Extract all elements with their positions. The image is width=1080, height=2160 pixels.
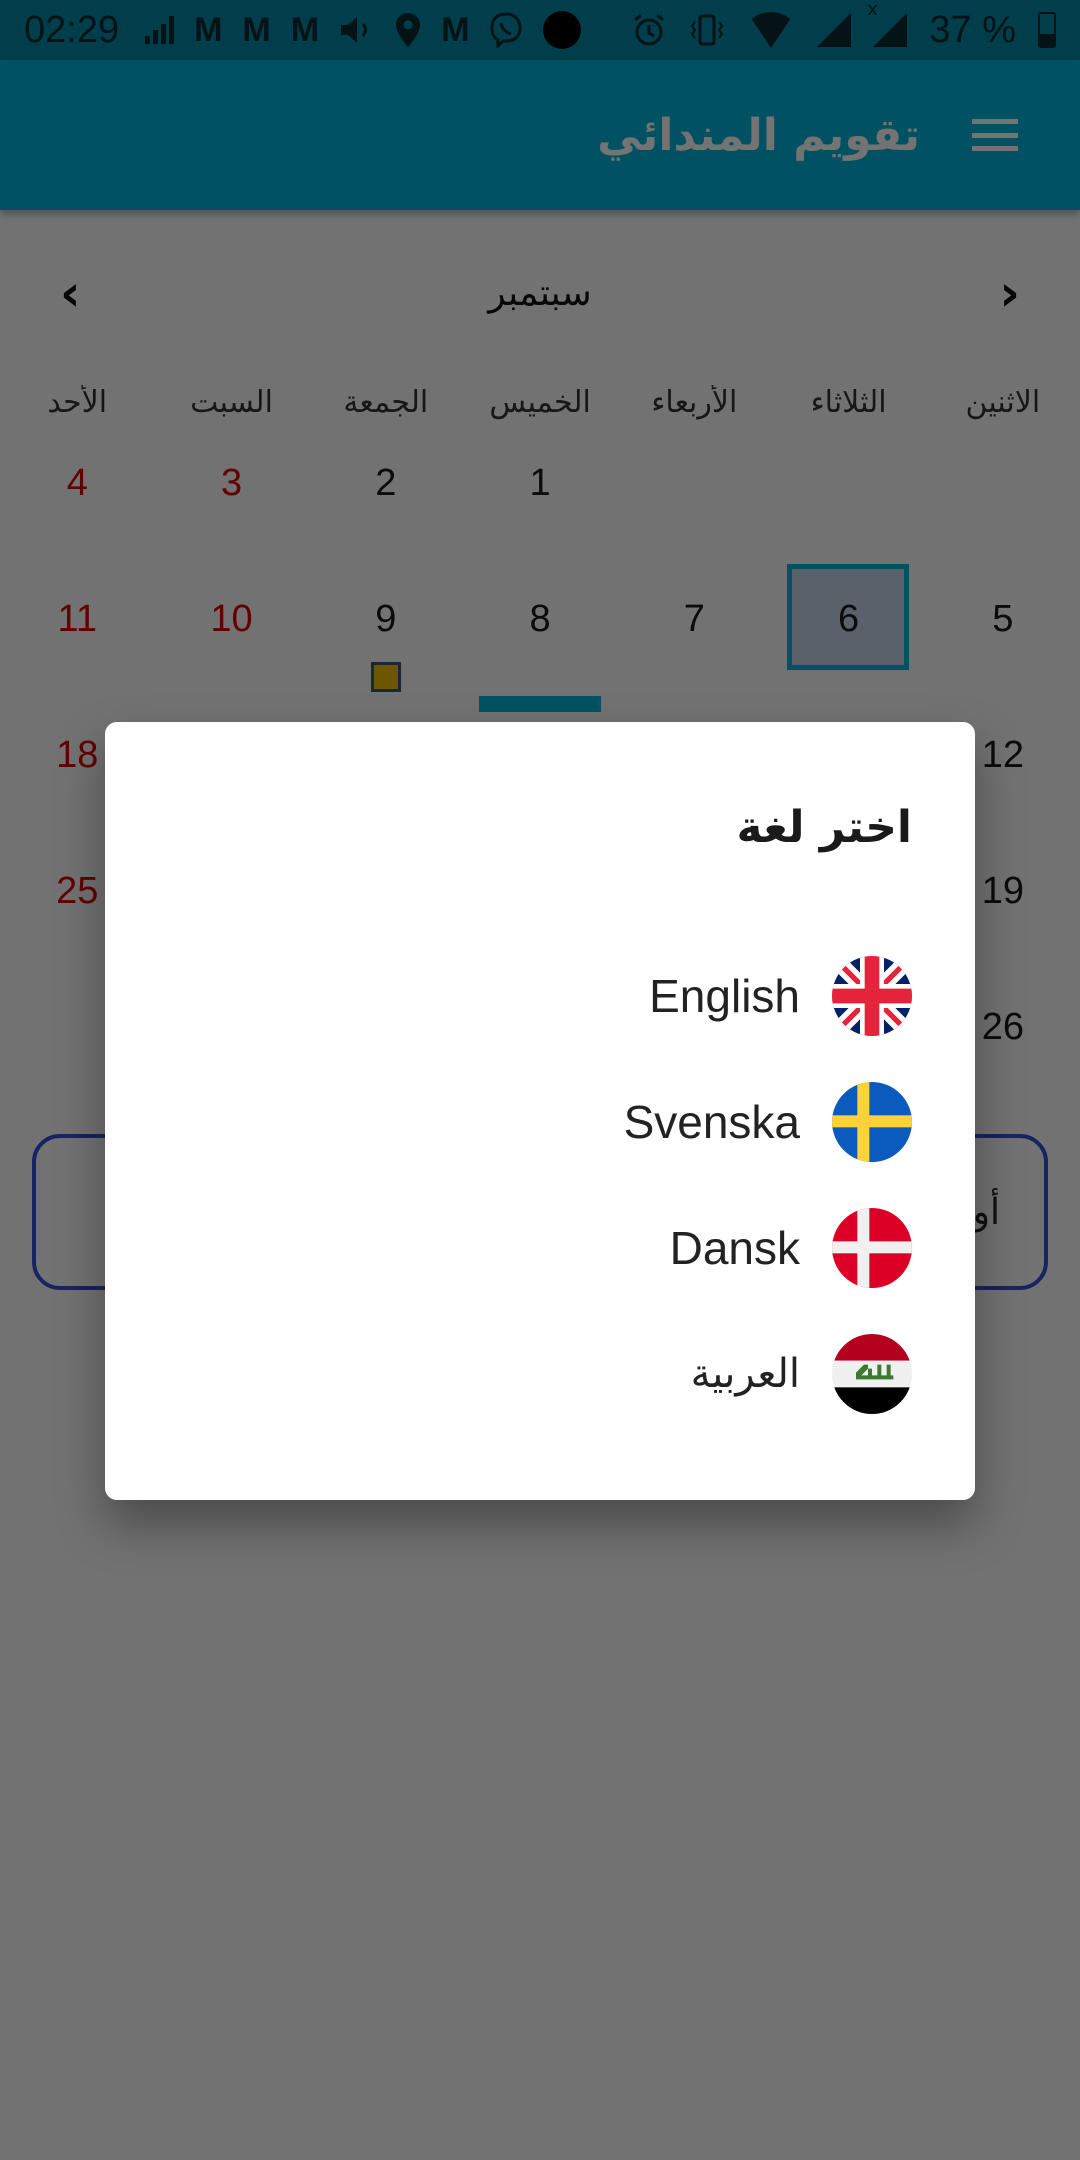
language-label: English [649,970,800,1022]
iraq-flag-icon [832,1334,912,1414]
sweden-flag-icon [832,1082,912,1162]
language-option-english[interactable]: English [168,933,912,1059]
language-list: English Svenska Dansk العربية [168,933,912,1437]
denmark-flag-icon [832,1208,912,1288]
language-option-arabic[interactable]: العربية [168,1311,912,1437]
language-label: العربية [690,1351,800,1397]
language-option-dansk[interactable]: Dansk [168,1185,912,1311]
language-option-svenska[interactable]: Svenska [168,1059,912,1185]
uk-flag-icon [832,956,912,1036]
language-label: Svenska [623,1096,800,1148]
language-label: Dansk [669,1222,800,1274]
dialog-title: اختر لغة [736,802,912,853]
language-dialog: اختر لغة English Svenska Dansk العربية [105,722,975,1500]
